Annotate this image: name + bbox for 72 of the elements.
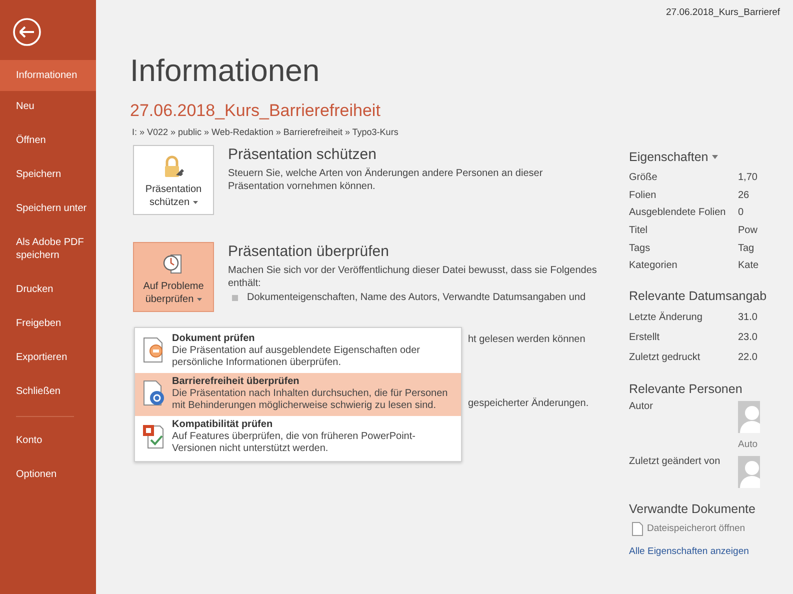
sidebar-item[interactable]: Konto xyxy=(0,425,96,456)
property-label: Tags xyxy=(629,242,652,254)
back-icon[interactable] xyxy=(12,17,42,47)
section-description: Machen Sie sich vor der Veröffentlichung dieser Datei bewusst, dass sie Folgendes enthält: xyxy=(228,264,598,290)
page-heading: Informationen xyxy=(130,53,321,89)
section-button[interactable]: Präsentation schützen xyxy=(133,145,214,215)
document-inspect-icon xyxy=(141,336,165,364)
section-title: Präsentation schützen xyxy=(228,146,378,163)
date-value: 31.0 xyxy=(738,312,758,324)
date-label: Letzte Änderung xyxy=(629,312,704,324)
date-label: Erstellt xyxy=(629,332,661,344)
menu-item-title: Kompatibilität prüfen xyxy=(172,419,274,430)
date-value: 23.0 xyxy=(738,332,758,344)
property-label: Kategorien xyxy=(629,260,678,272)
compatibility-check-icon xyxy=(141,422,165,450)
person-name: Auto xyxy=(738,438,759,450)
menu-item-title: Dokument prüfen xyxy=(172,333,256,344)
sidebar-item[interactable]: Drucken xyxy=(0,274,96,305)
property-value: Tag xyxy=(738,242,756,254)
menu-item[interactable]: Barrierefreiheit überprüfen Die Präsentation nach Inhalten durchsuchen, die für Personen mit Behinderungen möglicherweise schwierig zu lesen sind. xyxy=(135,373,461,416)
section-title: Präsentation überprüfen xyxy=(228,243,390,260)
sidebar-item[interactable]: Speichern xyxy=(0,159,96,190)
related-heading: Verwandte Dokumente xyxy=(629,502,756,516)
sidebar-item[interactable]: Optionen xyxy=(0,459,96,490)
sidebar-item[interactable]: Speichern unter xyxy=(0,193,96,224)
menu-item-description: Auf Features überprüfen, die von früheren PowerPoint-Versionen nicht unterstützt werden. xyxy=(172,431,416,455)
property-label: Titel xyxy=(629,225,649,236)
sidebar-item[interactable]: Als Adobe PDF speichern xyxy=(0,227,96,271)
property-value: Kate xyxy=(738,260,760,272)
avatar-icon xyxy=(738,456,760,488)
avatar-icon xyxy=(738,400,760,433)
property-value: 26 xyxy=(738,190,750,201)
section-text: gespeicherter Änderungen. xyxy=(468,398,590,409)
accessibility-check-icon xyxy=(141,379,165,407)
bullet-icon xyxy=(232,295,238,301)
date-label: Zuletzt gedruckt xyxy=(629,352,702,364)
window-title: 27.06.2018_Kurs_Barrieref xyxy=(666,6,780,18)
section-description: Steuern Sie, welche Arten von Änderungen andere Personen an dieser Präsentation vornehmen können. xyxy=(228,167,544,193)
property-value: 0 xyxy=(738,207,745,218)
file-name: 27.06.2018_Kurs_Barrierefreiheit xyxy=(130,101,382,121)
caret-icon xyxy=(712,155,718,159)
caret-icon xyxy=(192,200,198,204)
property-label: Größe xyxy=(629,172,658,184)
sidebar-item[interactable]: Schließen xyxy=(0,376,96,407)
sidebar-item[interactable]: Freigeben xyxy=(0,308,96,339)
people-heading: Relevante Personen xyxy=(629,382,744,396)
date-value: 22.0 xyxy=(738,352,758,364)
menu-item-description: Die Präsentation auf ausgeblendete Eigenschaften oder persönliche Informationen überprüfen. xyxy=(172,345,421,369)
property-label: Folien xyxy=(629,190,658,201)
section-text: ht gelesen werden können xyxy=(468,334,586,345)
section-button[interactable]: Auf Probleme überprüfen xyxy=(133,242,214,312)
caret-icon xyxy=(196,298,202,301)
sidebar-item[interactable]: Öffnen xyxy=(0,125,96,156)
person-label: Zuletzt geändert von xyxy=(629,456,722,469)
menu-item-title: Barrierefreiheit überprüfen xyxy=(172,376,300,387)
file-path: I: » V022 » public » Web-Redaktion » Barrierefreiheit » Typo3-Kurs xyxy=(132,127,400,137)
person-label: Autor xyxy=(629,400,654,414)
property-label: Ausgeblendete Folien xyxy=(629,207,727,218)
properties-heading[interactable]: Eigenschaften xyxy=(629,150,708,164)
sidebar-item[interactable]: Exportieren xyxy=(0,342,96,373)
menu-item[interactable]: Kompatibilität prüfen Auf Features überprüfen, die von früheren PowerPoint-Versionen nicht unterstützt werden. xyxy=(135,416,461,459)
sidebar-item[interactable]: Neu xyxy=(0,91,96,122)
open-location-link[interactable]: Dateispeicherort öffnen xyxy=(647,523,746,534)
dates-heading: Relevante Datumsangab xyxy=(629,288,768,303)
all-properties-link[interactable]: Alle Eigenschaften anzeigen xyxy=(629,546,749,557)
bullet-text: Dokumenteigenschaften, Name des Autors, Verwandte Datumsangaben und xyxy=(247,292,586,303)
menu-item-description: Die Präsentation nach Inhalten durchsuchen, die für Personen mit Behinderungen möglicherweise schwierig zu lesen sind. xyxy=(172,388,449,412)
property-value: Pow xyxy=(738,225,758,236)
document-icon xyxy=(632,522,643,536)
property-value: 1,70 xyxy=(738,172,758,184)
menu-item[interactable]: Dokument prüfen Die Präsentation auf ausgeblendete Eigenschaften oder persönliche Informationen überprüfen. xyxy=(135,330,461,373)
sidebar-item[interactable]: Informationen xyxy=(0,60,96,91)
